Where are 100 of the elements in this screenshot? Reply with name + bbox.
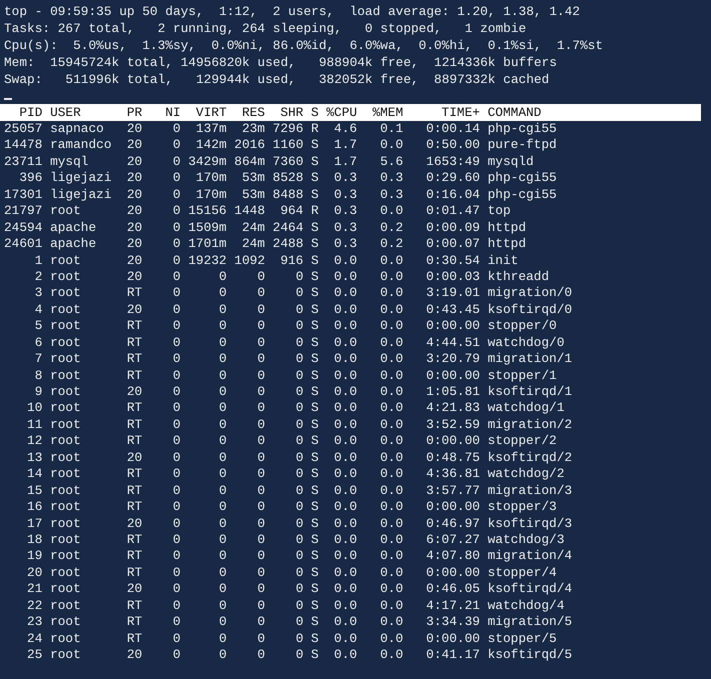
table-cell: 0.0: [380, 400, 404, 417]
table-cell: 8528: [272, 170, 304, 187]
table-cell: 20: [126, 268, 142, 286]
table-cell: 0: [218, 482, 227, 500]
table-cell: 5: [34, 318, 42, 335]
table-cell: 0.0: [380, 285, 404, 302]
table-cell: S: [311, 220, 319, 236]
table-cell: 0: [296, 581, 304, 598]
table-cell: 0.0: [334, 598, 358, 614]
table-cell: 23m: [242, 121, 265, 138]
table-cell: 0: [218, 302, 227, 318]
table-cell: 0.0: [380, 482, 404, 500]
table-cell: 0: [218, 433, 227, 450]
table-cell: 0: [172, 614, 181, 631]
table-cell: 0: [218, 647, 227, 664]
table-cell: 0.0: [334, 416, 358, 434]
table-cell: watchdog/3: [488, 532, 564, 548]
table-cell: watchdog/1: [488, 400, 564, 417]
table-cell: 12: [27, 433, 42, 450]
table-cell: 5.6: [380, 154, 404, 170]
column-header: VIRT: [196, 104, 227, 121]
table-cell: 0.0: [334, 252, 358, 269]
table-cell: 0: [296, 482, 304, 500]
table-cell: root: [50, 252, 81, 269]
table-cell: 3:34.39: [426, 614, 480, 631]
table-cell: 0.0: [334, 499, 358, 516]
table-cell: 0: [218, 516, 227, 532]
table-cell: 20: [126, 170, 142, 187]
table-cell: 53m: [242, 170, 265, 187]
table-cell: httpd: [488, 236, 526, 253]
table-cell: 23711: [4, 154, 42, 170]
table-cell: 0: [172, 302, 181, 318]
table-cell: apache: [50, 236, 96, 253]
table-cell: 9: [34, 384, 42, 400]
table-cell: root: [50, 268, 81, 286]
table-cell: 0: [218, 368, 227, 384]
table-cell: 0: [172, 532, 181, 548]
table-cell: 0: [218, 499, 227, 516]
table-cell: 13: [27, 450, 42, 466]
table-cell: httpd: [488, 220, 526, 236]
table-cell: 0: [218, 318, 227, 335]
table-cell: 0: [296, 368, 304, 384]
table-cell: 20: [126, 203, 142, 220]
table-cell: root: [50, 285, 81, 302]
table-cell: 0: [257, 564, 265, 582]
table-cell: ksoftirqd/1: [488, 384, 572, 400]
table-cell: 0: [257, 334, 265, 352]
table-cell: 0.0: [380, 548, 404, 565]
table-cell: 0:00.00: [426, 318, 480, 335]
table-cell: stopper/0: [488, 318, 557, 335]
table-cell: 0:46.97: [426, 516, 480, 532]
table-cell: root: [50, 499, 81, 516]
table-cell: 2016: [234, 137, 265, 154]
table-cell: root: [50, 450, 81, 466]
table-cell: 0: [172, 236, 181, 253]
table-cell: RT: [126, 630, 142, 648]
table-cell: 0: [296, 384, 304, 400]
table-cell: 0: [296, 598, 304, 614]
table-cell: 3429m: [188, 154, 227, 170]
table-cell: 0.0: [380, 368, 404, 384]
table-cell: 0.0: [334, 564, 358, 582]
table-cell: S: [311, 647, 319, 664]
table-cell: 20: [126, 236, 142, 253]
table-cell: 0:00.00: [426, 368, 480, 384]
table-cell: 0: [218, 630, 227, 648]
table-cell: 0: [172, 170, 181, 187]
table-cell: 0.0: [380, 433, 404, 450]
table-cell: 0:50.00: [426, 137, 480, 154]
table-cell: 3:20.79: [426, 351, 480, 368]
table-cell: 0: [218, 581, 227, 598]
table-cell: 3: [34, 285, 42, 302]
table-cell: 0: [172, 581, 181, 598]
table-cell: 0:00.00: [426, 564, 480, 582]
table-cell: S: [311, 351, 319, 368]
table-cell: 0.0: [334, 450, 358, 466]
table-cell: 20: [126, 137, 142, 154]
table-cell: 0.3: [380, 170, 404, 187]
table-cell: S: [311, 581, 319, 598]
table-cell: root: [50, 368, 81, 384]
table-cell: kthreadd: [488, 268, 550, 286]
table-cell: root: [50, 466, 81, 483]
table-cell: 0.0: [334, 466, 358, 483]
table-cell: RT: [126, 614, 142, 631]
table-cell: 0.0: [380, 302, 404, 318]
table-cell: 8: [34, 368, 42, 384]
table-cell: 0: [257, 285, 265, 302]
table-cell: 0: [172, 564, 181, 582]
table-cell: 0.0: [380, 450, 404, 466]
table-cell: 0.0: [380, 252, 404, 269]
table-cell: 0: [172, 516, 181, 532]
summary-line: Swap: 511996k total, 129944k used, 382052k free, 8897332k cached: [4, 71, 550, 88]
table-cell: stopper/2: [488, 433, 557, 450]
table-cell: 0:16.04: [426, 186, 480, 204]
table-cell: root: [50, 532, 81, 548]
table-cell: S: [311, 137, 319, 154]
summary-line: Mem: 15945724k total, 14956820k used, 988904k free, 1214336k buffers: [4, 54, 557, 71]
table-cell: 0:46.05: [426, 581, 480, 598]
table-cell: 0: [296, 302, 304, 318]
table-cell: RT: [126, 532, 142, 548]
table-cell: watchdog/4: [488, 598, 564, 614]
